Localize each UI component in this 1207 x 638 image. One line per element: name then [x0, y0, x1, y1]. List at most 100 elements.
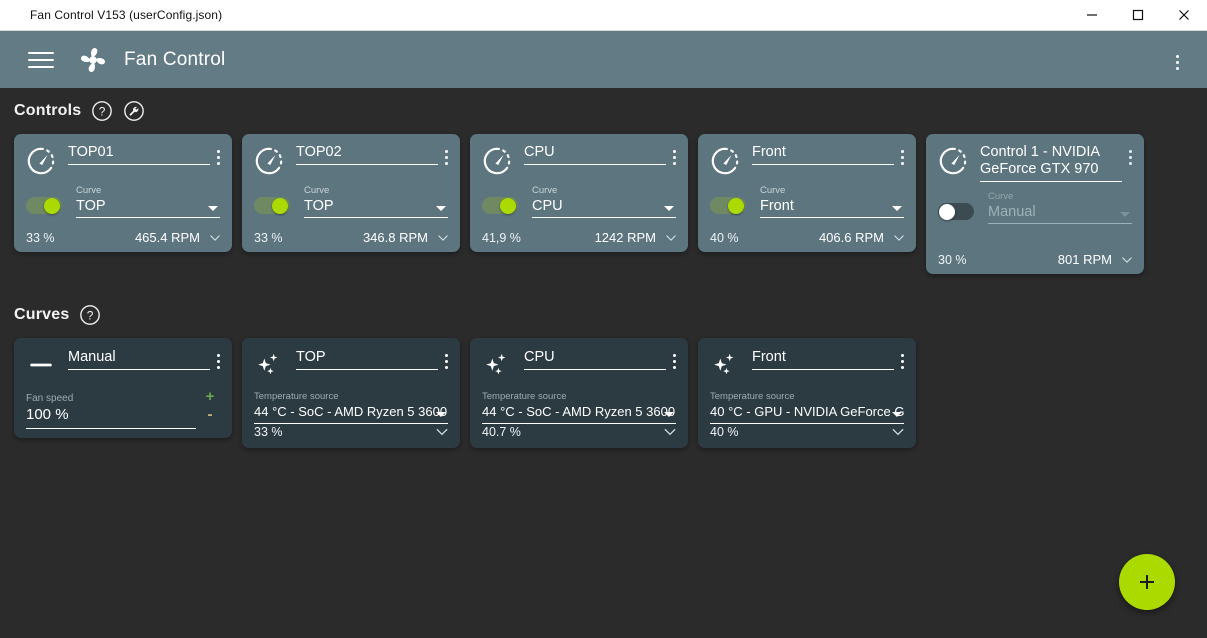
- curve-card[interactable]: CPU Temperature source 44 °C - SoC - AMD…: [470, 338, 688, 448]
- curve-name-value: CPU: [524, 348, 666, 370]
- control-card[interactable]: TOP01 Curve TOP 33 % 465.4 RPM: [14, 134, 232, 252]
- curve-name-field[interactable]: CPU: [524, 348, 666, 370]
- card-overflow-menu-icon[interactable]: [444, 354, 448, 369]
- control-name-field[interactable]: CPU: [524, 144, 666, 165]
- chevron-down-icon[interactable]: [664, 412, 674, 417]
- control-enable-toggle[interactable]: [254, 197, 290, 214]
- expand-chevron-down-icon[interactable]: [1120, 253, 1134, 267]
- control-card-footer: 33 % 346.8 RPM: [254, 230, 450, 245]
- gauge-icon: [483, 147, 511, 175]
- toggle-knob: [44, 198, 60, 214]
- control-percent-value: 30 %: [938, 252, 967, 267]
- expand-chevron-down-icon[interactable]: [664, 231, 678, 245]
- toggle-knob: [939, 204, 955, 220]
- card-overflow-menu-icon[interactable]: [216, 354, 220, 369]
- control-enable-toggle[interactable]: [26, 197, 62, 214]
- control-rpm-value: 1242 RPM: [594, 230, 656, 245]
- decrement-button[interactable]: -: [208, 407, 213, 422]
- chevron-down-icon[interactable]: [664, 206, 674, 211]
- chevron-down-icon[interactable]: [436, 206, 446, 211]
- curve-card-manual[interactable]: Manual Fan speed 100 % + -: [14, 338, 232, 438]
- maximize-button[interactable]: [1115, 0, 1161, 31]
- card-overflow-menu-icon[interactable]: [672, 150, 676, 165]
- card-overflow-menu-icon[interactable]: [216, 150, 220, 165]
- chevron-down-icon[interactable]: [208, 206, 218, 211]
- toggle-knob: [728, 198, 744, 214]
- curve-card-header: Front: [710, 348, 904, 380]
- temperature-source-select[interactable]: Temperature source 44 °C - SoC - AMD Ryz…: [482, 391, 676, 424]
- curves-card-list: Manual Fan speed 100 % + - TOP Temperatu…: [0, 338, 1207, 448]
- curve-field-value: TOP: [304, 197, 448, 218]
- svg-text:?: ?: [87, 309, 94, 323]
- controls-section-title: Controls: [14, 102, 82, 119]
- hamburger-icon[interactable]: [28, 47, 54, 73]
- control-card-header: CPU: [482, 144, 676, 176]
- control-card-header: Control 1 - NVIDIA GeForce GTX 970: [938, 144, 1132, 182]
- expand-chevron-down-icon[interactable]: [436, 231, 450, 245]
- control-card[interactable]: TOP02 Curve TOP 33 % 346.8 RPM: [242, 134, 460, 252]
- question-mark-icon[interactable]: ?: [79, 304, 101, 326]
- expand-chevron-down-icon[interactable]: [890, 424, 906, 440]
- question-mark-icon[interactable]: ?: [91, 100, 113, 122]
- card-overflow-menu-icon[interactable]: [900, 150, 904, 165]
- curve-name-value: TOP: [296, 348, 438, 370]
- card-overflow-menu-icon[interactable]: [444, 150, 448, 165]
- add-button[interactable]: [1119, 554, 1175, 610]
- chevron-down-icon[interactable]: [436, 412, 446, 417]
- control-card[interactable]: Control 1 - NVIDIA GeForce GTX 970 Curve…: [926, 134, 1144, 274]
- curve-field-label: Curve: [532, 185, 558, 196]
- app-bar: Fan Control: [0, 31, 1207, 88]
- curve-field-value: TOP: [76, 197, 220, 218]
- wrench-icon[interactable]: [123, 100, 145, 122]
- control-card-footer: 30 % 801 RPM: [938, 252, 1134, 267]
- manual-fanspeed-field[interactable]: Fan speed 100 % + -: [26, 389, 220, 429]
- curve-card[interactable]: Front Temperature source 40 °C - GPU - N…: [698, 338, 916, 448]
- appbar-overflow-menu-icon[interactable]: [1175, 55, 1179, 70]
- curve-name-field[interactable]: Manual: [68, 348, 210, 370]
- card-overflow-menu-icon[interactable]: [1128, 150, 1132, 165]
- expand-chevron-down-icon[interactable]: [892, 231, 906, 245]
- control-enable-toggle[interactable]: [482, 197, 518, 214]
- expand-chevron-down-icon[interactable]: [208, 231, 222, 245]
- temperature-source-select[interactable]: Temperature source 44 °C - SoC - AMD Ryz…: [254, 391, 448, 424]
- main-content: Controls ? TOP01 Curve TOP 33 % 465.4 RP…: [0, 88, 1207, 638]
- control-percent-value: 33 %: [254, 230, 283, 245]
- control-name-field[interactable]: Front: [752, 144, 894, 165]
- control-curve-select[interactable]: Curve TOP: [76, 185, 220, 218]
- curve-name-value: Front: [752, 348, 894, 370]
- control-name-field[interactable]: TOP02: [296, 144, 438, 165]
- control-enable-toggle[interactable]: [710, 197, 746, 214]
- close-button[interactable]: [1161, 0, 1207, 31]
- temperature-source-select[interactable]: Temperature source 40 °C - GPU - NVIDIA …: [710, 391, 904, 424]
- chevron-down-icon[interactable]: [1120, 212, 1130, 217]
- control-curve-select[interactable]: Curve TOP: [304, 185, 448, 218]
- control-name-field[interactable]: TOP01: [68, 144, 210, 165]
- control-name-field[interactable]: Control 1 - NVIDIA GeForce GTX 970: [980, 144, 1122, 182]
- control-card[interactable]: CPU Curve CPU 41,9 % 1242 RPM: [470, 134, 688, 252]
- card-overflow-menu-icon[interactable]: [672, 354, 676, 369]
- app-title: Fan Control: [124, 48, 226, 70]
- increment-button[interactable]: +: [206, 389, 215, 404]
- control-rpm-value: 801 RPM: [1057, 252, 1112, 267]
- control-percent-value: 40 %: [710, 230, 739, 245]
- control-name-value: CPU: [524, 144, 666, 165]
- chevron-down-icon[interactable]: [892, 412, 902, 417]
- curve-card[interactable]: TOP Temperature source 44 °C - SoC - AMD…: [242, 338, 460, 448]
- expand-chevron-down-icon[interactable]: [662, 424, 678, 440]
- control-enable-toggle[interactable]: [938, 203, 974, 220]
- curve-name-field[interactable]: TOP: [296, 348, 438, 370]
- control-curve-select[interactable]: Curve CPU: [532, 185, 676, 218]
- control-card[interactable]: Front Curve Front 40 % 406.6 RPM: [698, 134, 916, 252]
- stepper-controls: + -: [200, 389, 220, 422]
- minimize-button[interactable]: [1069, 0, 1115, 31]
- control-card-body: Curve TOP: [254, 185, 448, 218]
- chevron-down-icon[interactable]: [892, 206, 902, 211]
- control-percent-value: 41,9 %: [482, 230, 521, 245]
- control-curve-select[interactable]: Curve Front: [760, 185, 904, 218]
- temperature-source-label: Temperature source: [254, 391, 339, 402]
- card-overflow-menu-icon[interactable]: [900, 354, 904, 369]
- curve-name-field[interactable]: Front: [752, 348, 894, 370]
- temperature-source-value: 44 °C - SoC - AMD Ryzen 5 3600: [254, 403, 448, 424]
- control-curve-select[interactable]: Curve Manual: [988, 191, 1132, 224]
- expand-chevron-down-icon[interactable]: [434, 424, 450, 440]
